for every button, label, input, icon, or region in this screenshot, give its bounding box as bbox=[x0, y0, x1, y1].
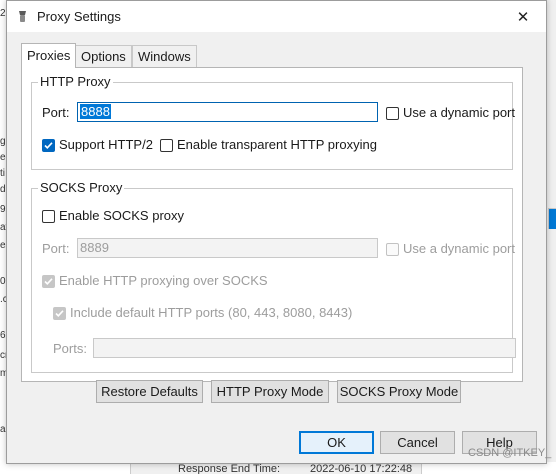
http-over-socks-label: Enable HTTP proxying over SOCKS bbox=[59, 273, 268, 288]
response-end-value: 2022-06-10 17:22:48 bbox=[310, 463, 413, 474]
transparent-proxy-label: Enable transparent HTTP proxying bbox=[177, 137, 377, 152]
socks-proxy-group: SOCKS Proxy Enable SOCKS proxy Port: 888… bbox=[31, 180, 516, 373]
include-default-ports-label: Include default HTTP ports (80, 443, 808… bbox=[70, 305, 353, 320]
socks-ports-input[interactable] bbox=[93, 338, 516, 358]
socks-dynamic-port-label: Use a dynamic port bbox=[403, 241, 515, 256]
socks-port-value: 8889 bbox=[80, 240, 109, 255]
support-http2-label: Support HTTP/2 bbox=[59, 137, 153, 152]
enable-socks-label: Enable SOCKS proxy bbox=[59, 208, 185, 223]
tab-windows[interactable]: Windows bbox=[132, 45, 197, 67]
title-bar: Proxy Settings ✕ bbox=[7, 1, 546, 32]
bg-fragment: g bbox=[0, 136, 6, 147]
close-icon: ✕ bbox=[516, 8, 530, 26]
tab-options[interactable]: Options bbox=[75, 45, 132, 67]
socks-proxy-legend: SOCKS Proxy bbox=[38, 180, 125, 195]
http-dynamic-port-label: Use a dynamic port bbox=[403, 105, 515, 120]
bg-fragment: 6 bbox=[0, 330, 6, 341]
support-http2-checkbox[interactable] bbox=[42, 139, 55, 152]
bg-fragment: ti bbox=[0, 168, 5, 179]
proxies-tab-panel: HTTP Proxy Port: 8888 Use a dynamic port… bbox=[21, 67, 523, 382]
response-end-label: Response End Time: bbox=[178, 463, 281, 474]
checkmark-icon bbox=[44, 142, 53, 149]
close-button[interactable]: ✕ bbox=[500, 1, 546, 32]
include-default-ports-checkbox[interactable] bbox=[53, 307, 66, 320]
background-tab-marker bbox=[548, 208, 556, 229]
http-proxy-legend: HTTP Proxy bbox=[38, 74, 113, 89]
ok-button[interactable]: OK bbox=[299, 431, 374, 454]
background-app-right bbox=[546, 0, 556, 474]
socks-port-input[interactable]: 8889 bbox=[77, 238, 378, 258]
http-dynamic-port-checkbox[interactable] bbox=[386, 107, 399, 120]
http-port-input[interactable]: 8888 bbox=[77, 102, 378, 122]
http-over-socks-checkbox[interactable] bbox=[42, 275, 55, 288]
http-port-label: Port: bbox=[42, 105, 70, 120]
checkmark-icon bbox=[44, 278, 53, 285]
window-title: Proxy Settings bbox=[37, 9, 121, 24]
http-port-value: 8888 bbox=[80, 104, 111, 119]
transparent-proxy-checkbox[interactable] bbox=[160, 139, 173, 152]
socks-dynamic-port-checkbox[interactable] bbox=[386, 243, 399, 256]
restore-defaults-button[interactable]: Restore Defaults bbox=[96, 380, 203, 403]
bg-fragment: 9 bbox=[0, 204, 6, 215]
checkmark-icon bbox=[55, 310, 64, 317]
fiddler-app-icon bbox=[19, 11, 26, 22]
socks-proxy-mode-button[interactable]: SOCKS Proxy Mode bbox=[337, 380, 461, 403]
tab-proxies[interactable]: Proxies bbox=[21, 43, 77, 68]
socks-ports-label: Ports: bbox=[53, 341, 87, 356]
socks-port-label: Port: bbox=[42, 241, 70, 256]
enable-socks-checkbox[interactable] bbox=[42, 210, 55, 223]
proxy-settings-dialog: Proxy Settings ✕ Proxies Options Windows… bbox=[6, 0, 547, 464]
cancel-button[interactable]: Cancel bbox=[380, 431, 455, 454]
bg-fragment: 2 bbox=[0, 8, 6, 19]
http-proxy-group: HTTP Proxy Port: 8888 Use a dynamic port… bbox=[31, 74, 515, 170]
bg-fragment: a bbox=[0, 424, 6, 435]
http-proxy-mode-button[interactable]: HTTP Proxy Mode bbox=[211, 380, 329, 403]
watermark: CSDN @ITKEY_ bbox=[468, 447, 552, 459]
